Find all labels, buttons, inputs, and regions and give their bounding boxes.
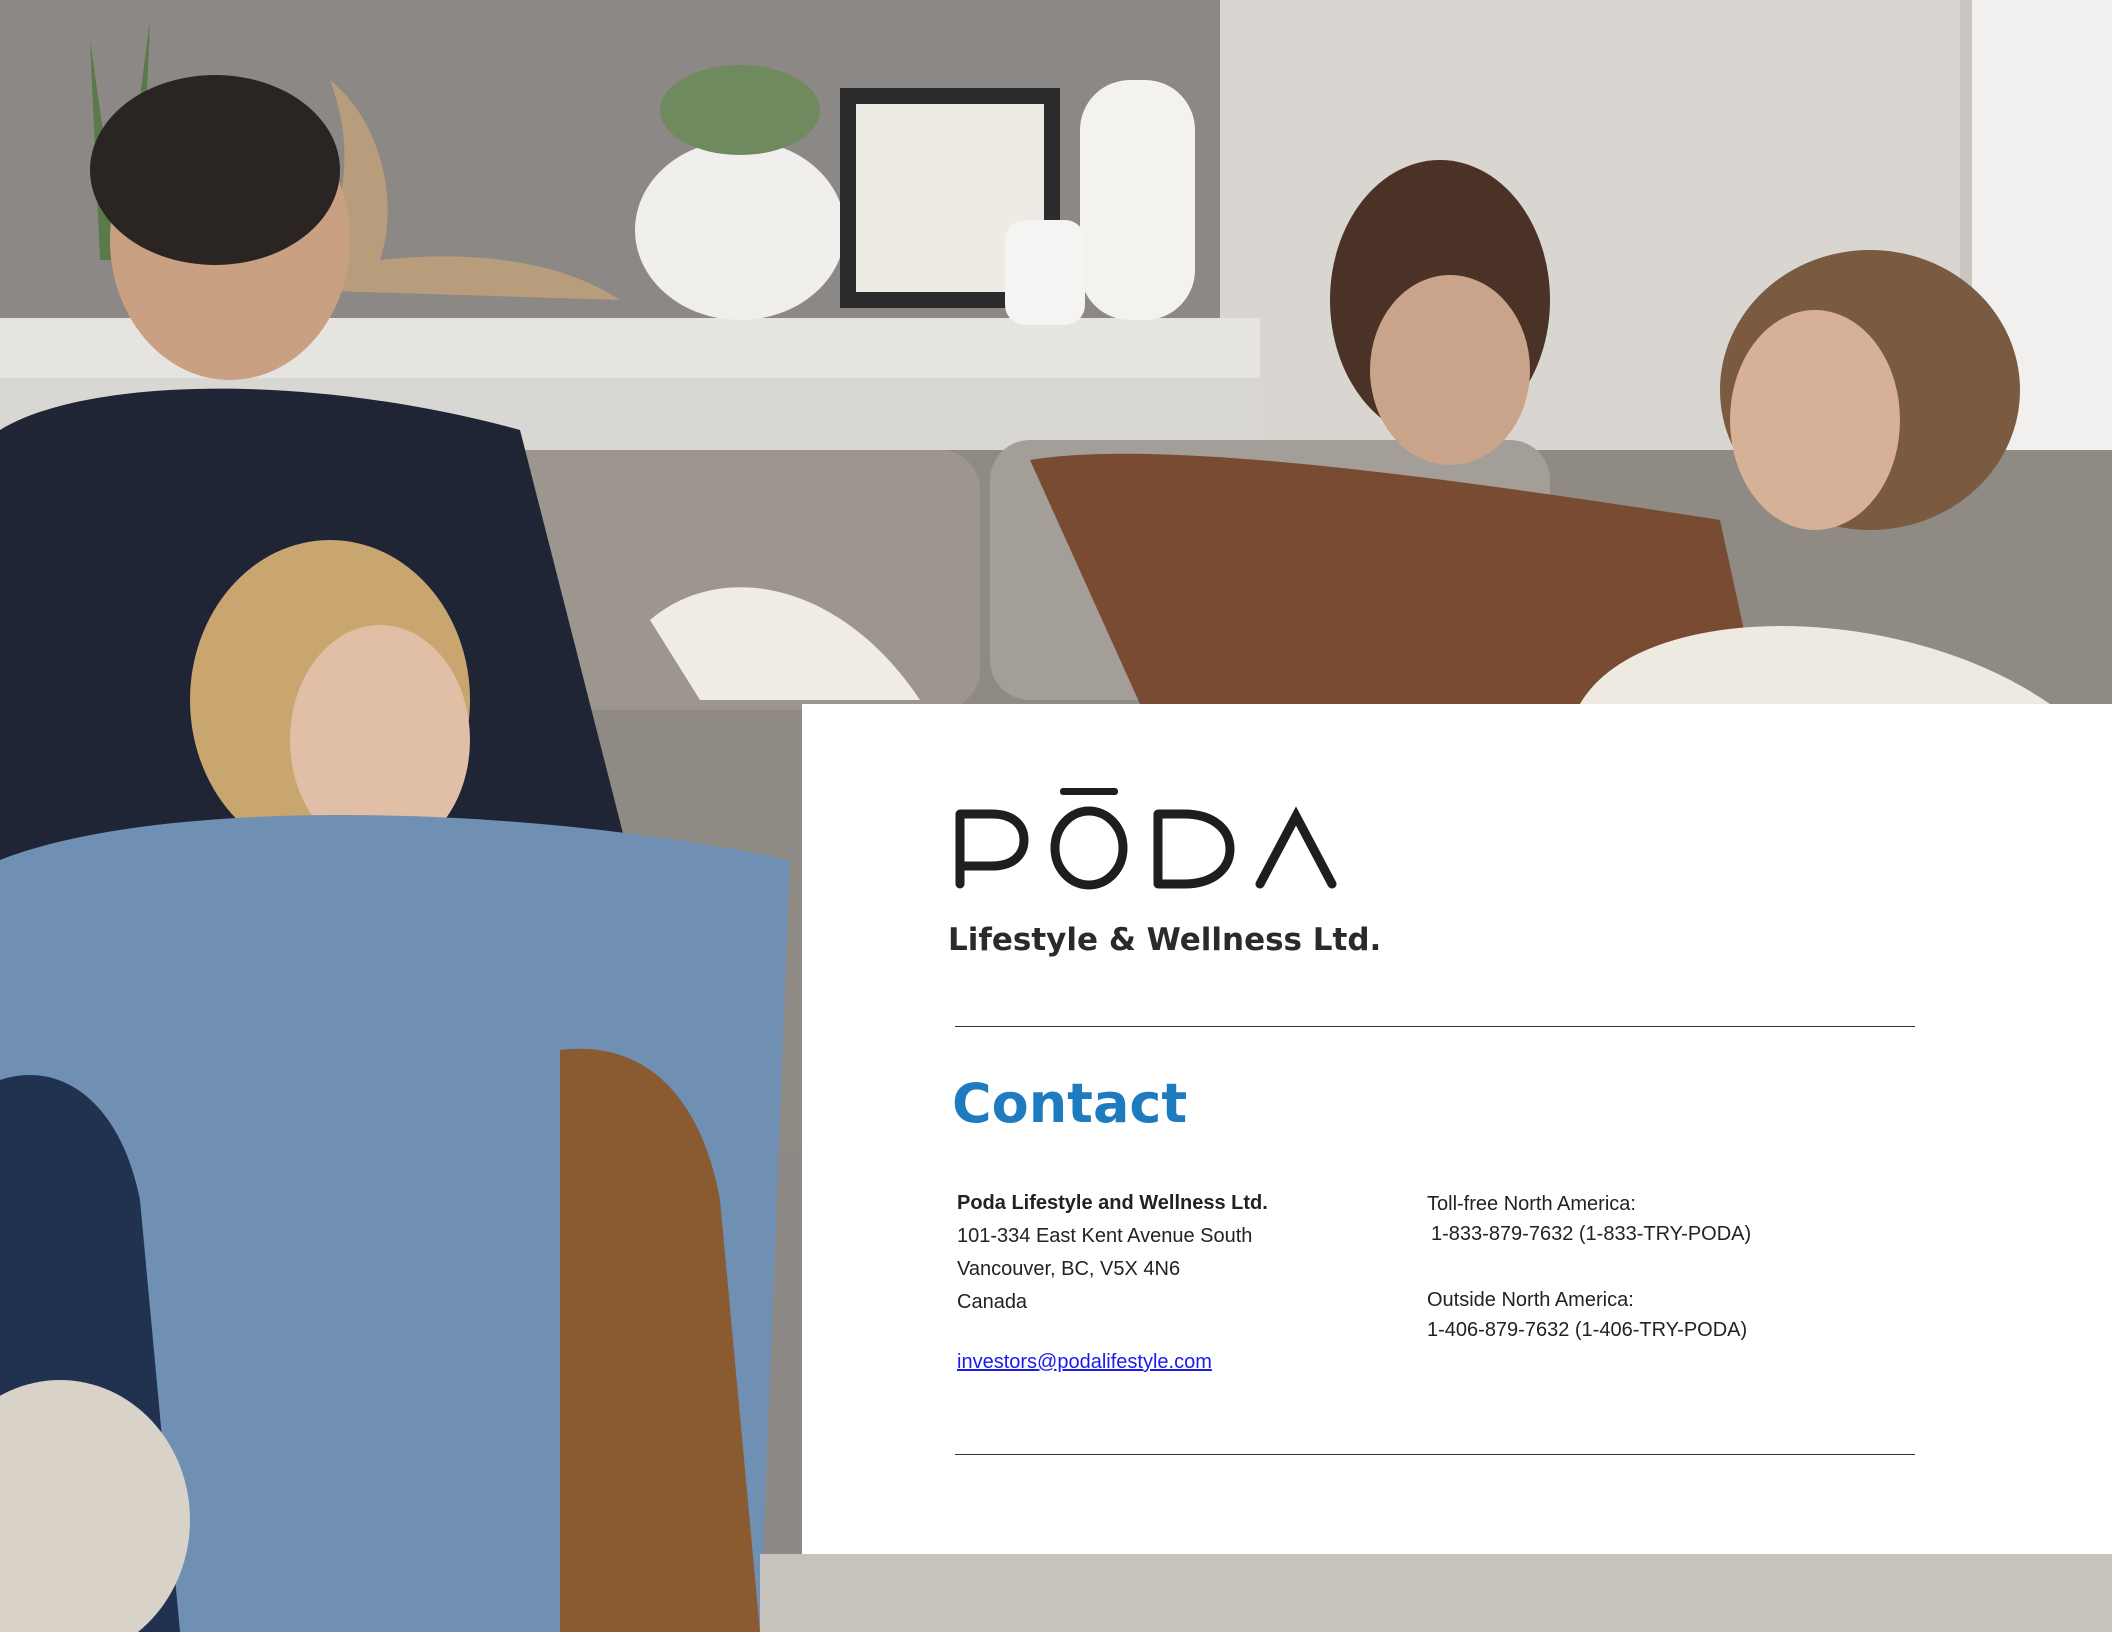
outside-number: 1-406-879-7632 (1-406-TRY-PODA): [1427, 1319, 1748, 1341]
street-address: 101-334 East Kent Avenue South: [957, 1225, 1253, 1247]
tollfree-label: Toll-free North America:: [1427, 1193, 1636, 1215]
bottom-divider: [955, 1454, 1915, 1455]
outside-label: Outside North America:: [1427, 1289, 1634, 1311]
logo-subtitle: Lifestyle & Wellness Ltd.: [948, 922, 1382, 958]
poda-logo: [952, 782, 1352, 902]
country: Canada: [957, 1291, 1028, 1313]
company-name: Poda Lifestyle and Wellness Ltd.: [957, 1192, 1268, 1214]
top-divider: [955, 1026, 1915, 1027]
contact-heading: Contact: [952, 1072, 1188, 1135]
contact-card: Lifestyle & Wellness Ltd. Contact Poda L…: [802, 704, 2112, 1554]
email-link[interactable]: investors@podalifestyle.com: [957, 1351, 1377, 1374]
phone-block: Toll-free North America: 1-833-879-7632 …: [1427, 1189, 1907, 1345]
city-address: Vancouver, BC, V5X 4N6: [957, 1258, 1181, 1280]
address-block: Poda Lifestyle and Wellness Ltd. 101-334…: [957, 1187, 1377, 1374]
tollfree-number: 1-833-879-7632 (1-833-TRY-PODA): [1431, 1223, 1752, 1245]
